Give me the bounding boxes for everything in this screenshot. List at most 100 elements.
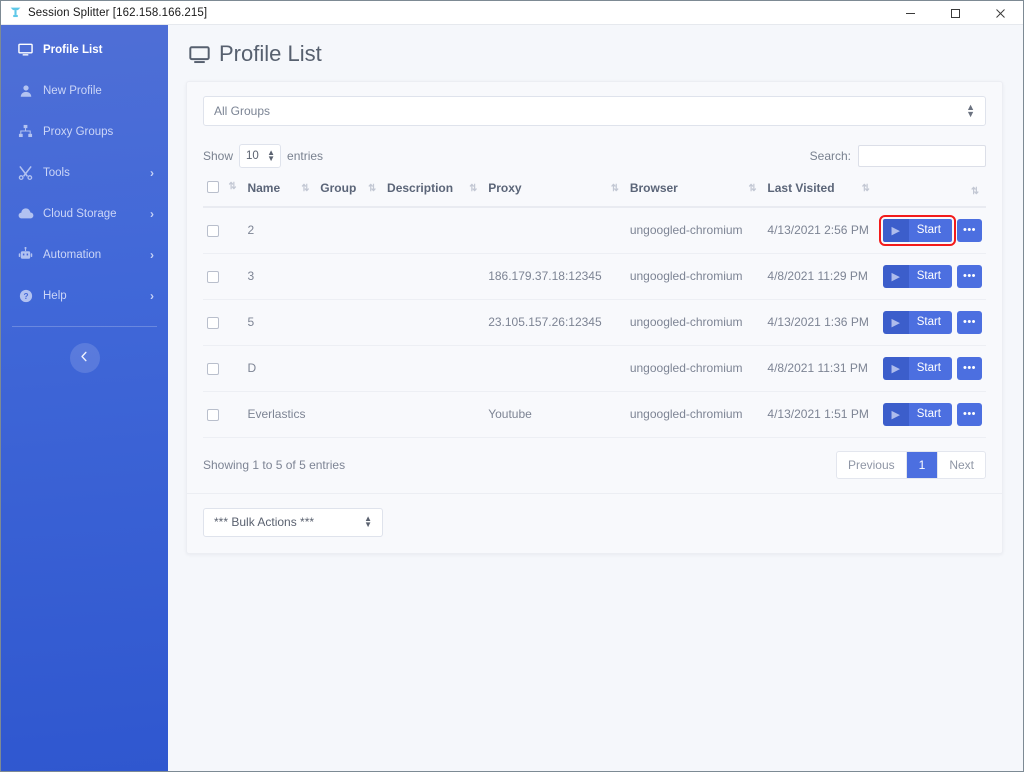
search-input[interactable] xyxy=(858,145,986,167)
col-browser[interactable]: Browser ⇅ xyxy=(625,174,764,208)
table-row[interactable]: D ungoogled-chromium 4/8/2021 11:31 PM ▶ xyxy=(203,345,986,392)
col-last-visited-label: Last Visited xyxy=(767,181,835,196)
start-button[interactable]: ▶ Start xyxy=(882,356,952,380)
play-icon: ▶ xyxy=(882,218,909,242)
sort-icon[interactable]: ⇅ xyxy=(748,183,759,194)
row-proxy xyxy=(484,206,626,254)
col-proxy[interactable]: Proxy ⇅ xyxy=(484,174,626,208)
sort-icon[interactable]: ⇅ xyxy=(368,183,379,194)
pagination: Previous 1 Next xyxy=(835,450,986,479)
more-actions-button[interactable]: ••• xyxy=(957,356,982,380)
row-name: 5 xyxy=(243,299,317,346)
col-last-visited-inner[interactable]: Last Visited ⇅ xyxy=(767,181,872,195)
col-browser-inner[interactable]: Browser ⇅ xyxy=(630,181,760,195)
table-row[interactable]: 5 23.105.157.26:12345 ungoogled-chromium… xyxy=(203,299,986,346)
select-all-checkbox[interactable] xyxy=(207,180,219,193)
sidebar-item-help[interactable]: ? Help › xyxy=(1,275,168,316)
col-name-label: Name xyxy=(247,181,281,196)
row-checkbox[interactable] xyxy=(207,316,219,329)
col-select-all[interactable]: ⇅ xyxy=(203,174,244,208)
chevron-right-icon: › xyxy=(150,206,154,221)
row-checkbox-cell[interactable] xyxy=(203,391,244,438)
sort-icon[interactable]: ⇅ xyxy=(971,186,982,197)
pagination-previous[interactable]: Previous xyxy=(837,451,907,478)
col-select-all-inner[interactable]: ⇅ xyxy=(207,180,239,193)
bulk-actions-select[interactable]: *** Bulk Actions *** ▲ ▼ xyxy=(203,507,383,537)
row-description xyxy=(383,253,485,300)
sort-icon[interactable]: ⇅ xyxy=(611,183,622,194)
close-button[interactable] xyxy=(978,1,1023,25)
sort-icon[interactable]: ⇅ xyxy=(469,183,480,194)
sidebar-item-tools[interactable]: Tools › xyxy=(1,152,168,193)
cloud-icon xyxy=(17,206,34,222)
sidebar-item-label: Tools xyxy=(43,166,70,179)
more-actions-button[interactable]: ••• xyxy=(957,264,982,288)
select-arrows-icon: ▲ ▼ xyxy=(364,514,372,529)
start-button[interactable]: ▶ Start xyxy=(878,214,957,246)
row-action-group: ▶ Start ••• xyxy=(882,356,982,380)
show-entries-control: Show 10 ▲ ▼ entries xyxy=(203,144,323,168)
col-name[interactable]: Name ⇅ xyxy=(243,174,317,208)
row-checkbox[interactable] xyxy=(207,362,219,375)
play-icon: ▶ xyxy=(882,402,909,426)
pagination-next[interactable]: Next xyxy=(938,452,985,478)
col-description-inner[interactable]: Description ⇅ xyxy=(387,181,480,195)
col-group[interactable]: Group ⇅ xyxy=(316,174,384,208)
row-name: D xyxy=(243,345,317,392)
monitor-icon xyxy=(17,42,34,58)
start-button[interactable]: ▶ Start xyxy=(882,264,952,288)
sidebar-item-profile-list[interactable]: Profile List xyxy=(1,29,168,70)
table-head: ⇅ Name ⇅ Group ⇅ Description ⇅ Proxy ⇅ B… xyxy=(203,174,986,208)
start-button[interactable]: ▶ Start xyxy=(882,310,952,334)
question-circle-icon: ? xyxy=(17,288,34,304)
sidebar-item-label: Automation xyxy=(43,248,102,261)
play-icon: ▶ xyxy=(882,264,909,288)
minimize-button[interactable] xyxy=(888,1,933,25)
row-checkbox-cell[interactable] xyxy=(203,345,244,392)
entries-per-page-select[interactable]: 10 ▲ ▼ xyxy=(239,144,282,168)
start-button[interactable]: ▶ Start xyxy=(882,402,952,426)
more-actions-button[interactable]: ••• xyxy=(957,310,982,334)
col-group-inner[interactable]: Group ⇅ xyxy=(320,181,379,195)
col-actions[interactable]: ⇅ xyxy=(876,174,986,208)
row-action-group: ▶ Start ••• xyxy=(882,264,982,288)
sidebar-item-proxy-groups[interactable]: Proxy Groups xyxy=(1,111,168,152)
col-name-inner[interactable]: Name ⇅ xyxy=(247,181,312,195)
sort-icon[interactable]: ⇅ xyxy=(301,183,312,194)
sidebar-item-new-profile[interactable]: New Profile xyxy=(1,70,168,111)
col-browser-label: Browser xyxy=(629,181,678,196)
sidebar-item-automation[interactable]: Automation › xyxy=(1,234,168,275)
col-proxy-inner[interactable]: Proxy ⇅ xyxy=(488,181,622,195)
col-actions-inner[interactable]: ⇅ xyxy=(881,186,982,197)
row-checkbox[interactable] xyxy=(207,270,219,283)
sort-icon[interactable]: ⇅ xyxy=(862,183,873,194)
row-last-visited: 4/8/2021 11:29 PM xyxy=(763,253,877,300)
table-header-row: ⇅ Name ⇅ Group ⇅ Description ⇅ Proxy ⇅ B… xyxy=(203,174,986,208)
row-checkbox[interactable] xyxy=(207,224,219,237)
row-last-visited: 4/8/2021 11:31 PM xyxy=(763,345,877,392)
table-row[interactable]: 3 186.179.37.18:12345 ungoogled-chromium… xyxy=(203,253,986,300)
row-checkbox[interactable] xyxy=(207,408,219,421)
maximize-button[interactable] xyxy=(933,1,978,25)
sort-icon[interactable]: ⇅ xyxy=(228,181,239,192)
start-button-label: Start xyxy=(908,218,952,242)
col-last-visited[interactable]: Last Visited ⇅ xyxy=(763,174,877,208)
table-row[interactable]: 2 ungoogled-chromium 4/13/2021 2:56 PM ▶ xyxy=(203,206,986,254)
group-filter-value: All Groups xyxy=(214,104,271,118)
col-group-label: Group xyxy=(320,181,357,196)
more-actions-button[interactable]: ••• xyxy=(957,402,982,426)
more-actions-button[interactable]: ••• xyxy=(957,218,982,242)
col-description[interactable]: Description ⇅ xyxy=(383,174,485,208)
sidebar-collapse-button[interactable] xyxy=(69,343,100,373)
table-row[interactable]: Everlastics Youtube ungoogled-chromium 4… xyxy=(203,391,986,438)
pagination-page-1[interactable]: 1 xyxy=(906,451,939,478)
group-filter-select[interactable]: All Groups ▲ ▼ xyxy=(203,96,986,126)
row-description xyxy=(383,299,485,346)
row-checkbox-cell[interactable] xyxy=(203,206,244,254)
row-checkbox-cell[interactable] xyxy=(203,299,244,346)
sidebar-item-cloud-storage[interactable]: Cloud Storage › xyxy=(1,193,168,234)
row-checkbox-cell[interactable] xyxy=(203,253,244,300)
show-label: Show xyxy=(203,149,234,163)
monitor-icon xyxy=(189,44,210,65)
row-group xyxy=(316,253,384,300)
